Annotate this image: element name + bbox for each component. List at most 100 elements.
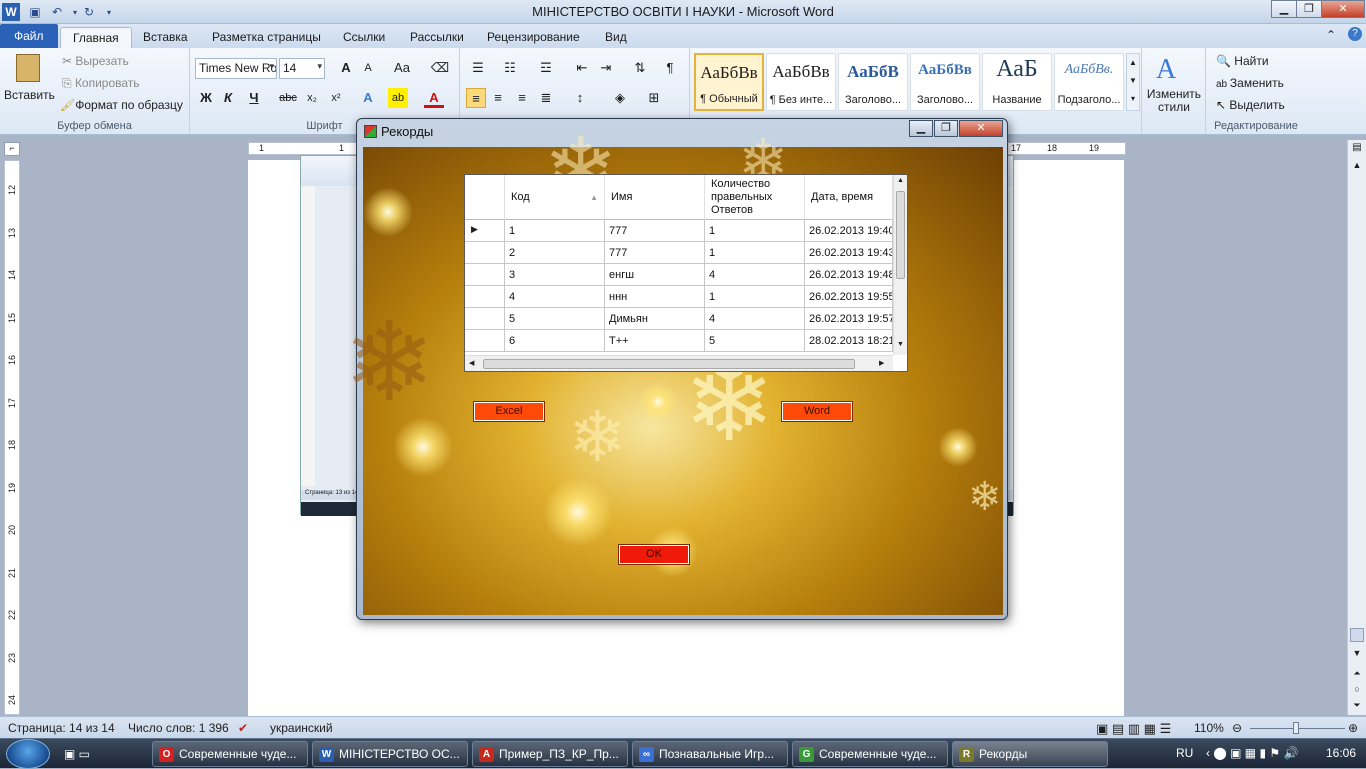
justify-icon[interactable]: ≣ — [536, 88, 556, 108]
word-count[interactable]: Число слов: 1 396 — [128, 721, 229, 735]
style-title[interactable]: АаБ Название — [982, 53, 1052, 111]
row-header[interactable] — [465, 330, 505, 352]
clear-formatting-icon[interactable]: ⌫ — [430, 58, 450, 78]
grid-cell[interactable]: 26.02.2013 19:40 — [805, 220, 893, 242]
line-spacing-icon[interactable]: ↕ — [570, 88, 590, 108]
grid-scroll-thumb[interactable] — [896, 191, 905, 279]
excel-button[interactable]: Excel — [473, 401, 545, 422]
grid-cell[interactable]: Димьян — [605, 308, 705, 330]
scroll-right-icon[interactable]: ▶ — [879, 359, 884, 367]
grid-cell[interactable]: 26.02.2013 19:55 — [805, 286, 893, 308]
word-button[interactable]: Word — [781, 401, 853, 422]
row-header[interactable] — [465, 308, 505, 330]
page-count[interactable]: Страница: 14 из 14 — [8, 721, 115, 735]
scroll-up-icon[interactable]: ▲ — [1350, 160, 1364, 174]
tab-insert[interactable]: Вставка — [131, 27, 200, 48]
change-styles-icon[interactable]: A — [1156, 54, 1176, 86]
change-styles-button[interactable]: Изменить стили — [1146, 88, 1202, 114]
format-painter-button[interactable]: 🖌Формат по образцу — [60, 98, 183, 112]
grid-cell[interactable]: 26.02.2013 19:48 — [805, 264, 893, 286]
style-normal[interactable]: АаБбВв ¶ Обычный — [694, 53, 764, 111]
show-marks-icon[interactable]: ¶ — [660, 58, 680, 78]
grid-cell[interactable]: 4 — [705, 308, 805, 330]
zoom-level[interactable]: 110% — [1194, 721, 1224, 735]
font-name-combo[interactable]: Times New Ro ▾ — [195, 58, 277, 79]
close-button[interactable]: ✕ — [1321, 0, 1365, 18]
grid-cell[interactable]: 6 — [505, 330, 605, 352]
numbering-icon[interactable]: ☷ — [500, 58, 520, 78]
grid-cell[interactable]: 1 — [505, 220, 605, 242]
column-header-correct-answers[interactable]: Количество правельных Ответов — [705, 175, 805, 220]
grid-cell[interactable]: Т++ — [605, 330, 705, 352]
vertical-scrollbar[interactable]: ▤ ▲ ▼ ⏶ ○ ⏷ — [1347, 140, 1366, 715]
vertical-ruler[interactable]: 12 13 14 15 16 17 18 19 20 21 22 23 24 — [4, 160, 20, 715]
tab-review[interactable]: Рецензирование — [475, 27, 592, 48]
grid-cell[interactable]: 777 — [605, 220, 705, 242]
grid-cell[interactable]: 1 — [705, 286, 805, 308]
collapse-ribbon-icon[interactable]: ⌃ — [1326, 28, 1336, 42]
subscript-icon[interactable]: x₂ — [302, 88, 322, 108]
decrease-indent-icon[interactable]: ⇤ — [572, 58, 592, 78]
taskbar-item[interactable]: R Рекорды — [952, 741, 1108, 767]
language-indicator[interactable]: RU — [1176, 746, 1193, 760]
zoom-in-icon[interactable]: ⊕ — [1348, 721, 1358, 735]
style-subtitle[interactable]: АаБбВв. Подзаголо... — [1054, 53, 1124, 111]
dialog-close-button[interactable]: ✕ — [959, 120, 1003, 137]
select-button[interactable]: ↖ Выделить — [1216, 98, 1285, 112]
style-heading-2[interactable]: АаБбВв Заголово... — [910, 53, 980, 111]
tab-mailings[interactable]: Рассылки — [398, 27, 476, 48]
tab-selector-icon[interactable]: ⌐ — [4, 142, 20, 156]
grow-font-icon[interactable]: A — [336, 58, 356, 78]
scroll-down-icon[interactable]: ▼ — [894, 341, 907, 348]
ruler-toggle-icon[interactable]: ▤ — [1350, 142, 1364, 156]
proofing-icon[interactable]: ✔ — [238, 721, 248, 735]
font-color-icon[interactable]: A — [424, 88, 444, 108]
next-page-icon[interactable]: ⏷ — [1350, 700, 1364, 714]
tab-file[interactable]: Файл — [0, 24, 58, 48]
scroll-down-icon[interactable]: ▼ — [1350, 648, 1364, 662]
increase-indent-icon[interactable]: ⇥ — [596, 58, 616, 78]
taskbar-item[interactable]: O Современные чуде... — [152, 741, 308, 767]
strikethrough-icon[interactable]: abc — [278, 88, 298, 108]
grid-vertical-scrollbar[interactable]: ▲ ▼ — [893, 175, 907, 355]
taskbar-item[interactable]: ∞ Познавальные Игр... — [632, 741, 788, 767]
cut-button[interactable]: ✂ Вырезать — [62, 54, 129, 68]
scroll-left-icon[interactable]: ◀ — [469, 359, 474, 367]
start-button[interactable] — [6, 739, 50, 769]
borders-icon[interactable]: ⊞ — [644, 88, 664, 108]
underline-icon[interactable]: Ч — [244, 88, 264, 108]
bullets-icon[interactable]: ☰ — [468, 58, 488, 78]
change-case-icon[interactable]: Aa — [392, 58, 412, 78]
grid-cell[interactable]: 3 — [505, 264, 605, 286]
language[interactable]: украинский — [270, 721, 333, 735]
grid-cell[interactable]: 5 — [505, 308, 605, 330]
grid-cell[interactable]: 5 — [705, 330, 805, 352]
align-right-icon[interactable]: ≡ — [512, 88, 532, 108]
grid-cell[interactable]: 777 — [605, 242, 705, 264]
grid-cell[interactable]: 26.02.2013 19:57 — [805, 308, 893, 330]
row-header[interactable] — [465, 242, 505, 264]
grid-cell[interactable]: 4 — [705, 264, 805, 286]
help-icon[interactable]: ? — [1348, 27, 1362, 41]
styles-scroll[interactable]: ▲ ▼ ▾ — [1126, 53, 1140, 111]
grid-cell[interactable]: ннн — [605, 286, 705, 308]
row-header[interactable] — [465, 286, 505, 308]
zoom-out-icon[interactable]: ⊖ — [1232, 721, 1242, 735]
grid-cell[interactable]: 2 — [505, 242, 605, 264]
taskbar-item[interactable]: W МІНІСТЕРСТВО ОС... — [312, 741, 468, 767]
records-grid[interactable]: Код ▲ Имя Количество правельных Ответов Д… — [464, 174, 908, 372]
taskbar-item[interactable]: G Современные чуде... — [792, 741, 948, 767]
row-header[interactable]: ▶ — [465, 220, 505, 242]
tab-page-layout[interactable]: Разметка страницы — [200, 27, 333, 48]
show-desktop-icon[interactable]: ▣ ▭ — [64, 747, 90, 761]
column-header-code[interactable]: Код ▲ — [505, 175, 605, 220]
row-header[interactable] — [465, 264, 505, 286]
scroll-thumb[interactable] — [1350, 628, 1364, 642]
minimize-button[interactable]: ▁ — [1271, 0, 1297, 18]
align-left-icon[interactable]: ≡ — [466, 88, 486, 108]
bold-icon[interactable]: Ж — [196, 88, 216, 108]
style-heading-1[interactable]: АаБбВ Заголово... — [838, 53, 908, 111]
dialog-maximize-button[interactable]: ❐ — [934, 120, 958, 137]
align-center-icon[interactable]: ≡ — [488, 88, 508, 108]
prev-page-icon[interactable]: ⏶ — [1350, 668, 1364, 682]
